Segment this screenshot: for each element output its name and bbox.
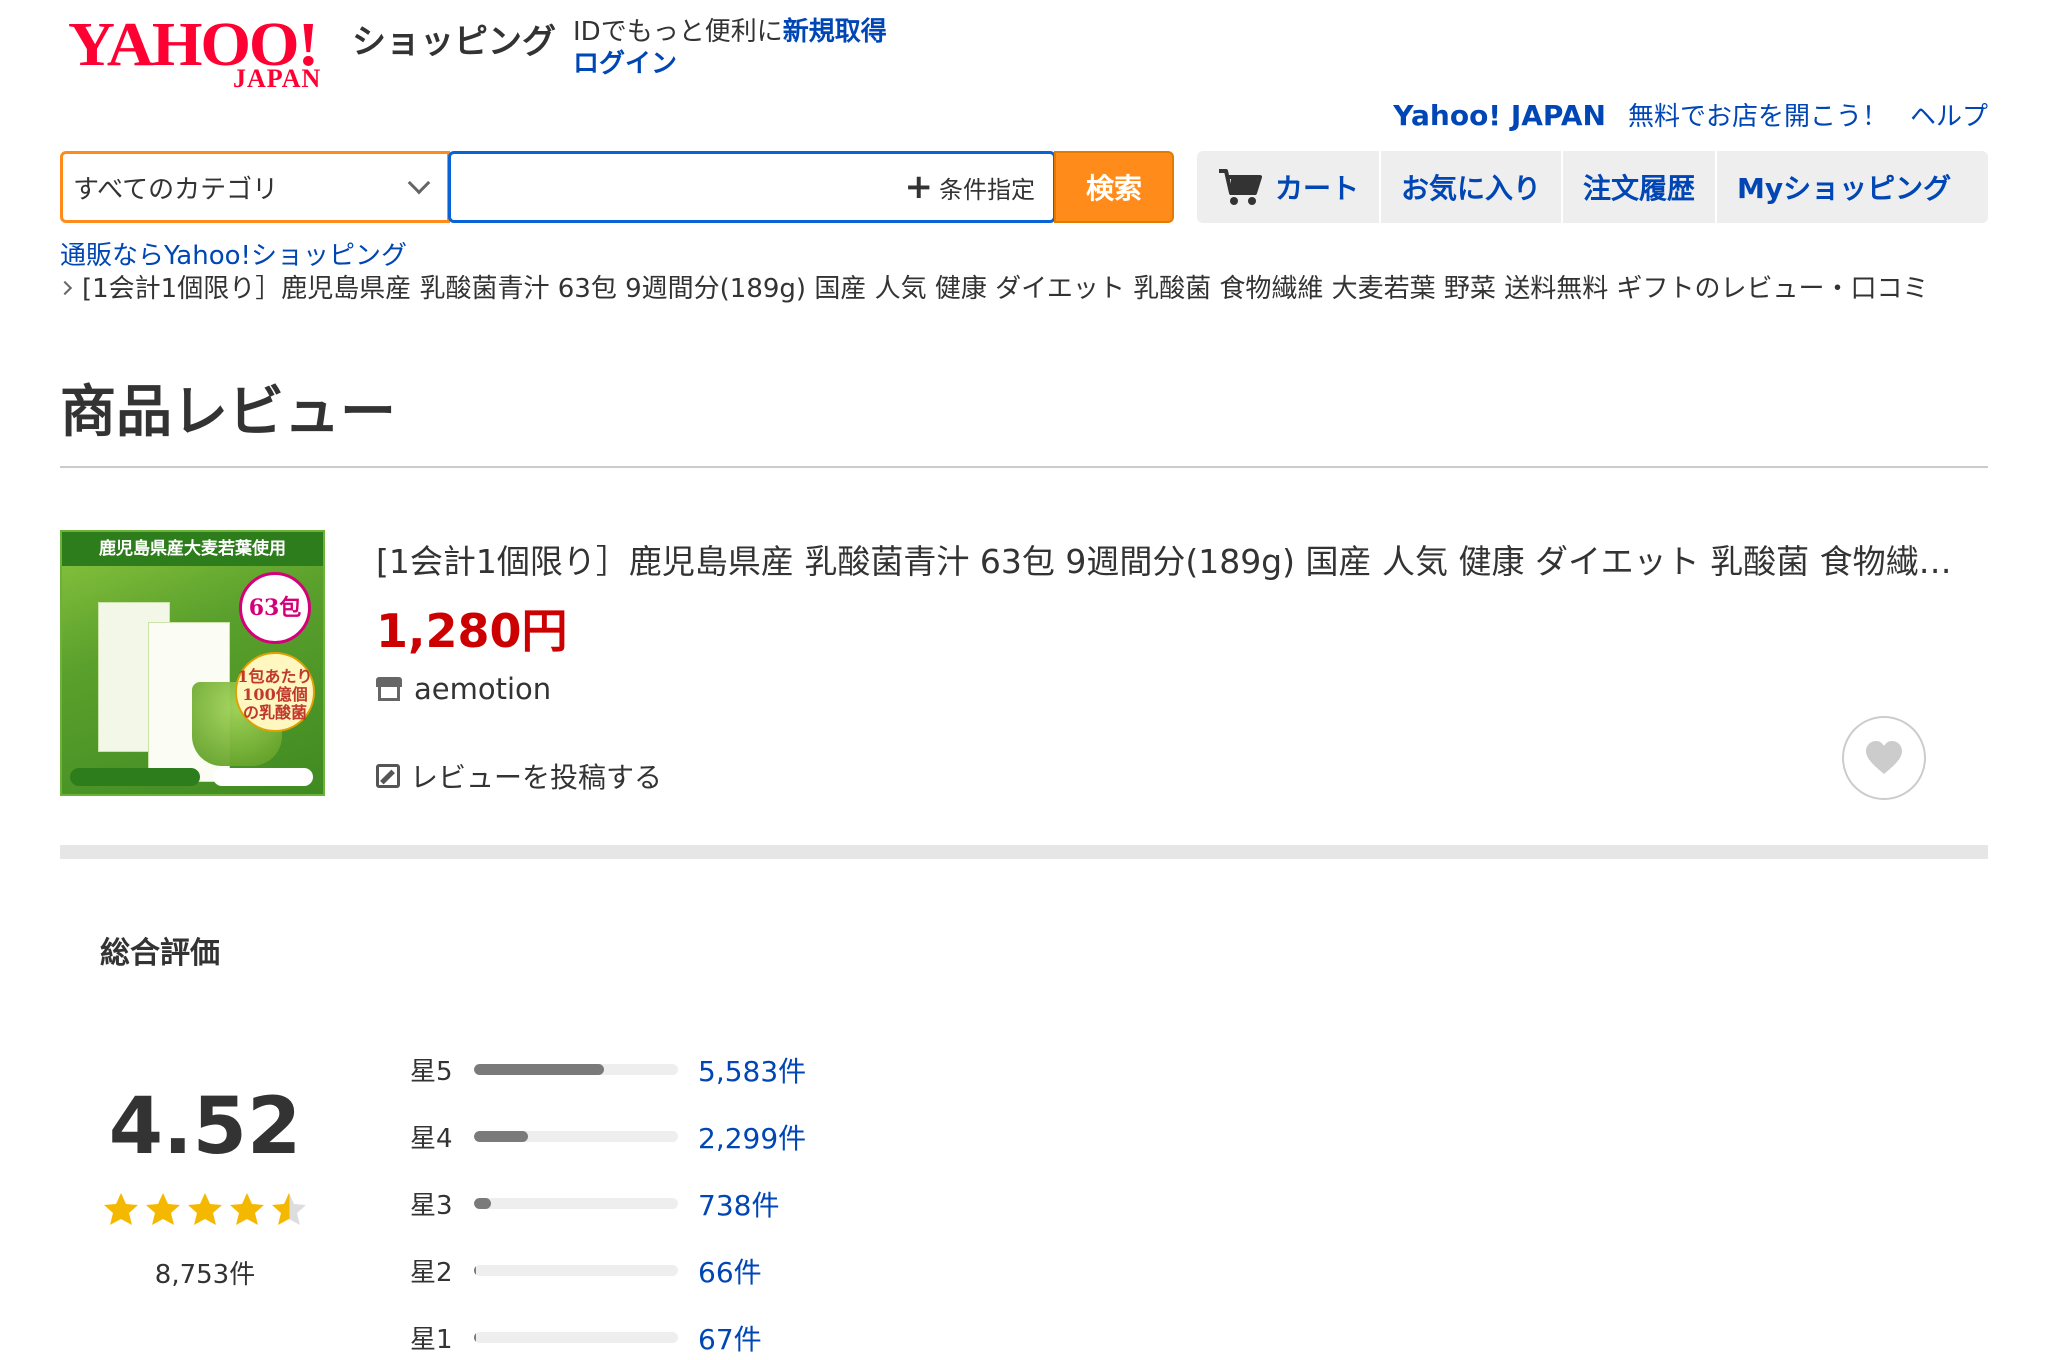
order-history-button[interactable]: 注文履歴 <box>1563 151 1718 223</box>
rating-row: 星3 738件 <box>410 1170 806 1237</box>
product-image-banner: 鹿児島県産大麦若葉使用 <box>62 532 323 566</box>
cart-button[interactable]: カート <box>1197 151 1382 223</box>
rating-summary-label: 総合評価 <box>100 936 220 971</box>
rating-row: 星5 5,583件 <box>410 1036 806 1103</box>
store-icon <box>376 677 402 701</box>
rating-bar <box>474 1332 678 1343</box>
yahoo-japan-logo[interactable]: YAHOO! JAPAN <box>68 14 348 92</box>
rating-row-count-link[interactable]: 2,299件 <box>698 1117 806 1157</box>
chevron-right-icon <box>57 280 73 296</box>
rating-row-label: 星5 <box>410 1057 453 1087</box>
product-image-badge-2: 1包あたり100億個の乳酸菌 <box>235 652 315 732</box>
top-links: Yahoo! JAPAN 無料でお店を開こう！ ヘルプ <box>1393 96 1988 133</box>
condition-label: 条件指定 <box>939 175 1035 204</box>
chevron-down-icon <box>407 171 431 195</box>
post-review-link[interactable]: レビューを投稿する <box>376 756 662 796</box>
breadcrumb-root[interactable]: 通販ならYahoo!ショッピング <box>60 240 407 272</box>
section-divider <box>60 845 1988 859</box>
cart-label: カート <box>1275 172 1360 205</box>
product-image[interactable]: 鹿児島県産大麦若葉使用 63包分 1包あたり100億個の乳酸菌 <box>60 530 325 796</box>
category-selected-label: すべてのカテゴリ <box>73 174 279 205</box>
service-name[interactable]: ショッピング <box>352 20 556 64</box>
open-store-link[interactable]: 無料でお店を開こう！ <box>1628 96 1888 133</box>
product-price: 1,280円 <box>376 604 568 658</box>
rating-distribution: 星5 5,583件星4 2,299件星3 738件星2 66件星1 67件 <box>410 1036 806 1360</box>
rating-bar <box>474 1265 678 1276</box>
rating-row-count-link[interactable]: 5,583件 <box>698 1050 806 1090</box>
pencil-icon <box>376 764 400 788</box>
decor-strip <box>213 768 313 786</box>
rating-bar <box>474 1131 678 1142</box>
signup-link[interactable]: 新規取得 <box>783 17 887 47</box>
id-area: IDでもっと便利に新規取得 ログイン <box>573 16 887 80</box>
cart-icon <box>1219 169 1262 205</box>
rating-row-label: 星2 <box>410 1258 453 1288</box>
rating-row: 星1 67件 <box>410 1304 806 1360</box>
rating-bar-fill <box>474 1265 476 1276</box>
search-bar: すべてのカテゴリ + 条件指定 検索 <box>60 151 1175 223</box>
star-icon <box>146 1193 180 1225</box>
title-divider <box>60 466 1988 468</box>
search-input[interactable] <box>460 159 940 213</box>
heart-icon <box>1866 741 1902 774</box>
favorites-button[interactable]: お気に入り <box>1381 151 1564 223</box>
rating-row-label: 星4 <box>410 1124 453 1154</box>
rating-bar-fill <box>474 1332 476 1343</box>
rating-bar-fill <box>474 1198 492 1209</box>
rating-bar-fill <box>474 1131 528 1142</box>
help-link[interactable]: ヘルプ <box>1910 96 1988 133</box>
rating-bar <box>474 1064 678 1075</box>
search-button[interactable]: 検索 <box>1054 151 1174 223</box>
star-icon <box>230 1193 264 1225</box>
breadcrumb-current-text: [1会計1個限り］鹿児島県産 乳酸菌青汁 63包 9週間分(189g) 国産 人… <box>82 274 1929 304</box>
rating-bar-fill <box>474 1064 605 1075</box>
rating-stars <box>100 1190 310 1228</box>
rating-bar <box>474 1198 678 1209</box>
breadcrumb-current: [1会計1個限り］鹿児島県産 乳酸菌青汁 63包 9週間分(189g) 国産 人… <box>57 272 1929 306</box>
my-shopping-button[interactable]: Myショッピング <box>1717 151 1971 223</box>
page-title: 商品レビュー <box>60 380 396 445</box>
search-box[interactable]: + 条件指定 <box>448 151 1056 223</box>
store-link[interactable]: aemotion <box>376 672 551 706</box>
favorite-button[interactable] <box>1842 716 1926 800</box>
rating-average: 4.52 <box>108 1082 302 1172</box>
rating-row-count-link[interactable]: 67件 <box>698 1318 762 1358</box>
star-icon <box>188 1193 222 1225</box>
logo-subtext: JAPAN <box>233 64 322 93</box>
product-image-badge: 63包分 <box>239 572 311 687</box>
store-name: aemotion <box>414 672 552 706</box>
rating-row-count-link[interactable]: 738件 <box>698 1184 779 1224</box>
rating-row-label: 星3 <box>410 1191 453 1221</box>
rating-total-count: 8,753件 <box>154 1260 256 1290</box>
rating-row: 星2 66件 <box>410 1237 806 1304</box>
yahoo-japan-link[interactable]: Yahoo! JAPAN <box>1393 99 1606 132</box>
rating-row: 星4 2,299件 <box>410 1103 806 1170</box>
star-icon <box>272 1193 306 1225</box>
id-prompt: IDでもっと便利に <box>573 17 783 47</box>
product-name[interactable]: [1会計1個限り］鹿児島県産 乳酸菌青汁 63包 9週間分(189g) 国産 人… <box>376 540 1966 584</box>
user-nav: カート お気に入り 注文履歴 Myショッピング <box>1197 151 1988 223</box>
post-review-label: レビューを投稿する <box>410 761 663 794</box>
decor-strip <box>70 768 200 786</box>
star-icon <box>104 1193 138 1225</box>
rating-row-count-link[interactable]: 66件 <box>698 1251 762 1291</box>
rating-row-label: 星1 <box>410 1325 453 1355</box>
category-select[interactable]: すべてのカテゴリ <box>60 151 450 223</box>
login-link[interactable]: ログイン <box>573 48 887 80</box>
